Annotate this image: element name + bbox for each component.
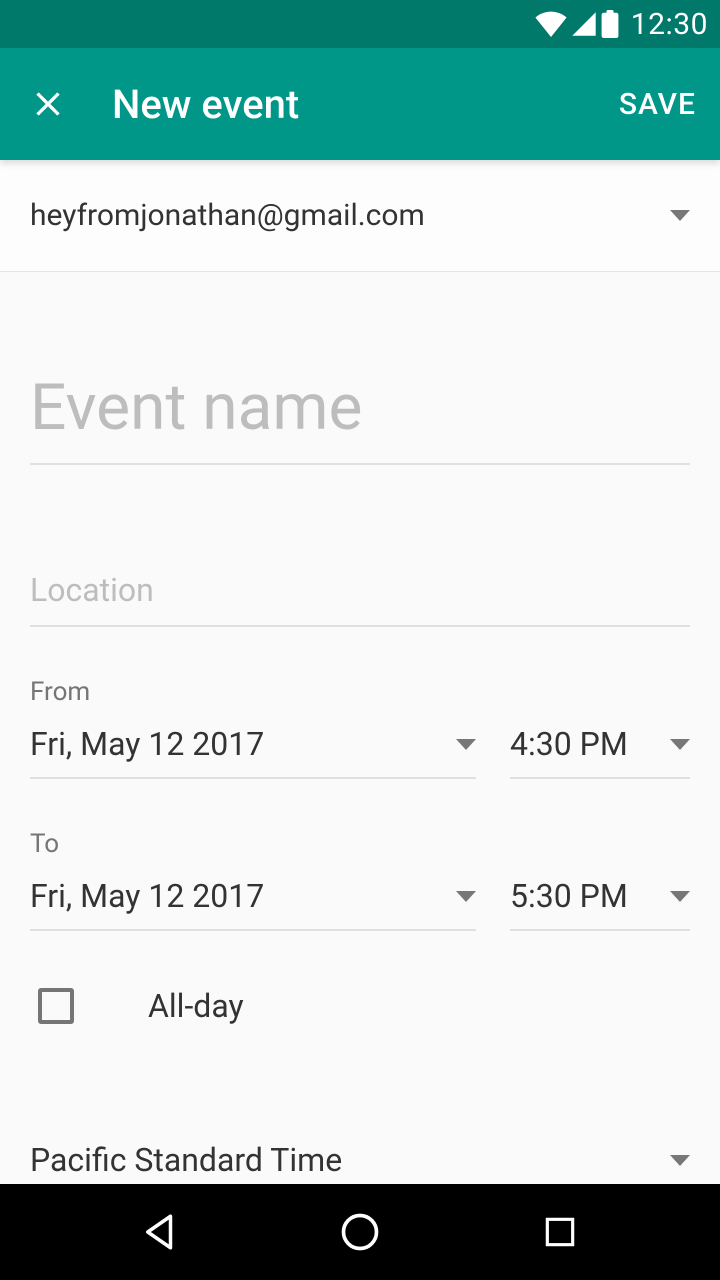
chevron-down-icon bbox=[670, 891, 690, 902]
status-bar: 12:30 bbox=[0, 0, 720, 48]
account-email: heyfromjonathan@gmail.com bbox=[30, 198, 425, 233]
save-button[interactable]: SAVE bbox=[619, 87, 696, 122]
to-time-picker[interactable]: 5:30 PM bbox=[510, 871, 690, 931]
chevron-down-icon bbox=[670, 210, 690, 221]
chevron-down-icon bbox=[670, 1155, 690, 1166]
chevron-down-icon bbox=[456, 891, 476, 902]
nav-home-button[interactable] bbox=[320, 1192, 400, 1272]
cell-signal-icon bbox=[571, 11, 597, 37]
android-nav-bar bbox=[0, 1184, 720, 1280]
page-title: New event bbox=[112, 81, 619, 128]
app-bar: New event SAVE bbox=[0, 48, 720, 160]
recent-square-icon bbox=[541, 1213, 579, 1251]
timezone-value: Pacific Standard Time bbox=[30, 1141, 670, 1179]
allday-label: All-day bbox=[148, 987, 244, 1025]
close-button[interactable] bbox=[20, 76, 76, 132]
nav-back-button[interactable] bbox=[120, 1192, 200, 1272]
to-label: To bbox=[30, 829, 690, 859]
chevron-down-icon bbox=[670, 739, 690, 750]
allday-checkbox[interactable] bbox=[38, 988, 74, 1024]
from-time-picker[interactable]: 4:30 PM bbox=[510, 719, 690, 779]
from-date-value: Fri, May 12 2017 bbox=[30, 725, 456, 763]
location-input[interactable] bbox=[30, 565, 690, 627]
from-date-picker[interactable]: Fri, May 12 2017 bbox=[30, 719, 476, 779]
back-triangle-icon bbox=[139, 1211, 181, 1253]
status-clock: 12:30 bbox=[631, 7, 708, 42]
account-selector[interactable]: heyfromjonathan@gmail.com bbox=[0, 160, 720, 272]
to-time-value: 5:30 PM bbox=[510, 877, 670, 915]
home-circle-icon bbox=[338, 1210, 382, 1254]
close-icon bbox=[28, 84, 68, 124]
event-name-input[interactable] bbox=[30, 362, 690, 465]
to-date-picker[interactable]: Fri, May 12 2017 bbox=[30, 871, 476, 931]
event-form: From Fri, May 12 2017 4:30 PM To Fri, Ma… bbox=[0, 272, 720, 1197]
from-label: From bbox=[30, 677, 690, 707]
battery-icon bbox=[601, 10, 619, 38]
chevron-down-icon bbox=[456, 739, 476, 750]
wifi-icon bbox=[535, 11, 567, 37]
from-time-value: 4:30 PM bbox=[510, 725, 670, 763]
nav-recent-button[interactable] bbox=[520, 1192, 600, 1272]
to-date-value: Fri, May 12 2017 bbox=[30, 877, 456, 915]
